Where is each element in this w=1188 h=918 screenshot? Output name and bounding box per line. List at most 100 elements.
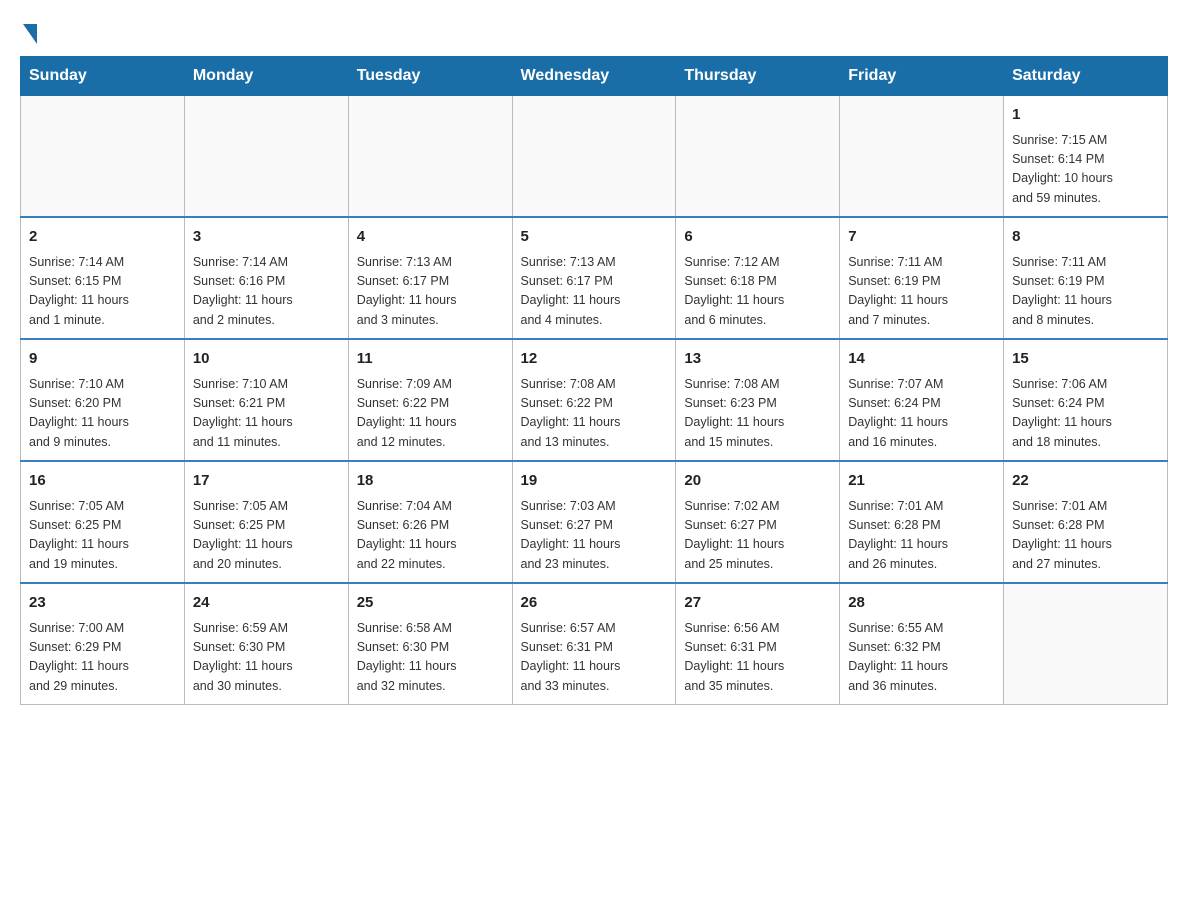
day-info: Sunrise: 6:56 AMSunset: 6:31 PMDaylight:…: [684, 619, 831, 697]
day-number: 7: [848, 226, 995, 249]
day-number: 1: [1012, 104, 1159, 127]
day-info: Sunrise: 7:01 AMSunset: 6:28 PMDaylight:…: [1012, 497, 1159, 575]
day-info: Sunrise: 7:15 AMSunset: 6:14 PMDaylight:…: [1012, 131, 1159, 209]
calendar-cell: 17 Sunrise: 7:05 AMSunset: 6:25 PMDayligh…: [184, 461, 348, 583]
calendar-cell: 8Sunrise: 7:11 AMSunset: 6:19 PMDaylight…: [1004, 217, 1168, 339]
calendar-cell: [676, 96, 840, 218]
day-info: Sunrise: 7:09 AMSunset: 6:22 PMDaylight:…: [357, 375, 504, 453]
calendar-cell: 20 Sunrise: 7:02 AMSunset: 6:27 PMDayligh…: [676, 461, 840, 583]
calendar-cell: 22 Sunrise: 7:01 AMSunset: 6:28 PMDayligh…: [1004, 461, 1168, 583]
day-number: 4: [357, 226, 504, 249]
day-info: Sunrise: 7:02 AMSunset: 6:27 PMDaylight:…: [684, 497, 831, 575]
calendar-cell: [1004, 583, 1168, 705]
day-info: Sunrise: 6:59 AMSunset: 6:30 PMDaylight:…: [193, 619, 340, 697]
calendar-cell: 23 Sunrise: 7:00 AMSunset: 6:29 PMDayligh…: [21, 583, 185, 705]
day-info: Sunrise: 7:07 AMSunset: 6:24 PMDaylight:…: [848, 375, 995, 453]
calendar-cell: 2 Sunrise: 7:14 AMSunset: 6:15 PMDaylight…: [21, 217, 185, 339]
day-number: 10: [193, 348, 340, 371]
day-number: 26: [521, 592, 668, 615]
day-info: Sunrise: 7:01 AMSunset: 6:28 PMDaylight:…: [848, 497, 995, 575]
day-number: 28: [848, 592, 995, 615]
calendar-cell: 13Sunrise: 7:08 AMSunset: 6:23 PMDayligh…: [676, 339, 840, 461]
calendar-cell: 12 Sunrise: 7:08 AMSunset: 6:22 PMDayligh…: [512, 339, 676, 461]
calendar-cell: 18 Sunrise: 7:04 AMSunset: 6:26 PMDayligh…: [348, 461, 512, 583]
day-info: Sunrise: 7:05 AMSunset: 6:25 PMDaylight:…: [193, 497, 340, 575]
day-number: 2: [29, 226, 176, 249]
logo-top: [20, 20, 37, 44]
calendar-cell: 7 Sunrise: 7:11 AMSunset: 6:19 PMDaylight…: [840, 217, 1004, 339]
calendar-cell: 5 Sunrise: 7:13 AMSunset: 6:17 PMDaylight…: [512, 217, 676, 339]
calendar-cell: 28 Sunrise: 6:55 AMSunset: 6:32 PMDayligh…: [840, 583, 1004, 705]
day-number: 18: [357, 470, 504, 493]
day-number: 25: [357, 592, 504, 615]
day-number: 13: [684, 348, 831, 371]
calendar-cell: 14 Sunrise: 7:07 AMSunset: 6:24 PMDayligh…: [840, 339, 1004, 461]
day-number: 22: [1012, 470, 1159, 493]
weekday-header-monday: Monday: [184, 57, 348, 96]
day-number: 16: [29, 470, 176, 493]
calendar-cell: 10Sunrise: 7:10 AMSunset: 6:21 PMDayligh…: [184, 339, 348, 461]
day-info: Sunrise: 7:10 AMSunset: 6:20 PMDaylight:…: [29, 375, 176, 453]
weekday-header-thursday: Thursday: [676, 57, 840, 96]
day-number: 23: [29, 592, 176, 615]
day-info: Sunrise: 7:11 AMSunset: 6:19 PMDaylight:…: [1012, 253, 1159, 331]
day-info: Sunrise: 7:08 AMSunset: 6:22 PMDaylight:…: [521, 375, 668, 453]
calendar-cell: 26 Sunrise: 6:57 AMSunset: 6:31 PMDayligh…: [512, 583, 676, 705]
day-number: 21: [848, 470, 995, 493]
calendar-week-row: 23 Sunrise: 7:00 AMSunset: 6:29 PMDayligh…: [21, 583, 1168, 705]
calendar-cell: 16Sunrise: 7:05 AMSunset: 6:25 PMDayligh…: [21, 461, 185, 583]
day-info: Sunrise: 6:58 AMSunset: 6:30 PMDaylight:…: [357, 619, 504, 697]
weekday-header-saturday: Saturday: [1004, 57, 1168, 96]
day-number: 11: [357, 348, 504, 371]
weekday-header-sunday: Sunday: [21, 57, 185, 96]
calendar-cell: 6Sunrise: 7:12 AMSunset: 6:18 PMDaylight…: [676, 217, 840, 339]
day-number: 27: [684, 592, 831, 615]
calendar-header-row: SundayMondayTuesdayWednesdayThursdayFrid…: [21, 57, 1168, 96]
day-number: 12: [521, 348, 668, 371]
calendar-cell: [21, 96, 185, 218]
logo-arrow-icon: [23, 24, 37, 44]
day-info: Sunrise: 6:55 AMSunset: 6:32 PMDaylight:…: [848, 619, 995, 697]
day-number: 14: [848, 348, 995, 371]
calendar-cell: 11 Sunrise: 7:09 AMSunset: 6:22 PMDayligh…: [348, 339, 512, 461]
day-number: 19: [521, 470, 668, 493]
day-info: Sunrise: 7:04 AMSunset: 6:26 PMDaylight:…: [357, 497, 504, 575]
calendar-cell: [184, 96, 348, 218]
day-info: Sunrise: 7:11 AMSunset: 6:19 PMDaylight:…: [848, 253, 995, 331]
day-number: 9: [29, 348, 176, 371]
day-info: Sunrise: 6:57 AMSunset: 6:31 PMDaylight:…: [521, 619, 668, 697]
calendar-cell: [512, 96, 676, 218]
calendar-table: SundayMondayTuesdayWednesdayThursdayFrid…: [20, 56, 1168, 705]
calendar-week-row: 16 Sunrise: 7:05 AMSunset: 6:25 PMDayligh…: [21, 461, 1168, 583]
calendar-cell: 9 Sunrise: 7:10 AMSunset: 6:20 PMDaylight…: [21, 339, 185, 461]
day-info: Sunrise: 7:03 AMSunset: 6:27 PMDaylight:…: [521, 497, 668, 575]
calendar-cell: 1 Sunrise: 7:15 AMSunset: 6:14 PMDaylight…: [1004, 96, 1168, 218]
calendar-cell: 4 Sunrise: 7:13 AMSunset: 6:17 PMDaylight…: [348, 217, 512, 339]
calendar-cell: 27 Sunrise: 6:56 AMSunset: 6:31 PMDayligh…: [676, 583, 840, 705]
day-number: 15: [1012, 348, 1159, 371]
day-number: 24: [193, 592, 340, 615]
weekday-header-tuesday: Tuesday: [348, 57, 512, 96]
day-info: Sunrise: 7:14 AMSunset: 6:15 PMDaylight:…: [29, 253, 176, 331]
calendar-cell: [348, 96, 512, 218]
day-number: 3: [193, 226, 340, 249]
weekday-header-wednesday: Wednesday: [512, 57, 676, 96]
day-number: 5: [521, 226, 668, 249]
day-info: Sunrise: 7:12 AMSunset: 6:18 PMDaylight:…: [684, 253, 831, 331]
calendar-cell: 15 Sunrise: 7:06 AMSunset: 6:24 PMDayligh…: [1004, 339, 1168, 461]
calendar-cell: 19 Sunrise: 7:03 AMSunset: 6:27 PMDayligh…: [512, 461, 676, 583]
calendar-week-row: 1 Sunrise: 7:15 AMSunset: 6:14 PMDaylight…: [21, 96, 1168, 218]
calendar-cell: 24 Sunrise: 6:59 AMSunset: 6:30 PMDayligh…: [184, 583, 348, 705]
day-info: Sunrise: 7:13 AMSunset: 6:17 PMDaylight:…: [357, 253, 504, 331]
calendar-cell: 3 Sunrise: 7:14 AMSunset: 6:16 PMDaylight…: [184, 217, 348, 339]
calendar-week-row: 9 Sunrise: 7:10 AMSunset: 6:20 PMDaylight…: [21, 339, 1168, 461]
calendar-cell: [840, 96, 1004, 218]
day-info: Sunrise: 7:13 AMSunset: 6:17 PMDaylight:…: [521, 253, 668, 331]
day-info: Sunrise: 7:06 AMSunset: 6:24 PMDaylight:…: [1012, 375, 1159, 453]
day-info: Sunrise: 7:14 AMSunset: 6:16 PMDaylight:…: [193, 253, 340, 331]
day-info: Sunrise: 7:00 AMSunset: 6:29 PMDaylight:…: [29, 619, 176, 697]
day-number: 20: [684, 470, 831, 493]
logo: [20, 20, 37, 40]
day-number: 17: [193, 470, 340, 493]
calendar-week-row: 2 Sunrise: 7:14 AMSunset: 6:15 PMDaylight…: [21, 217, 1168, 339]
